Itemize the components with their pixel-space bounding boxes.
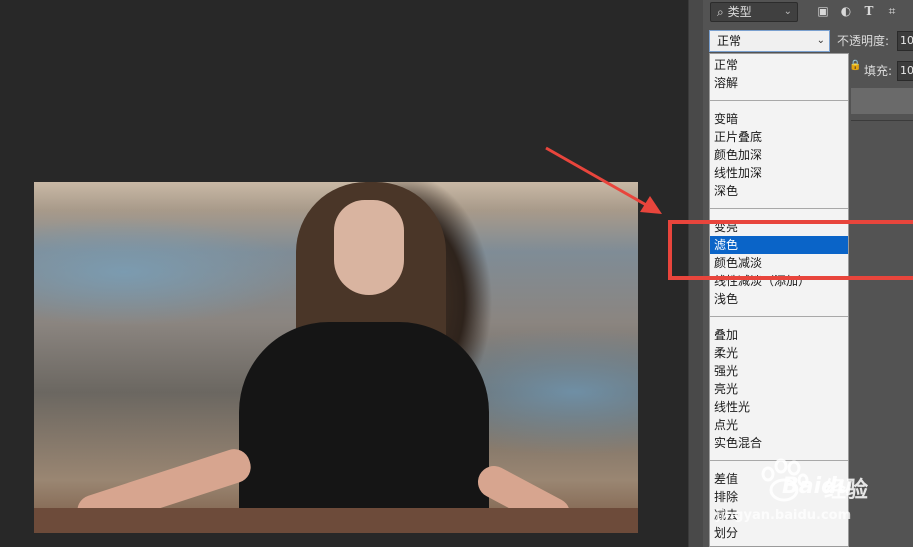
- blend-mode-option[interactable]: 划分: [710, 524, 848, 542]
- blend-mode-option[interactable]: 叠加: [710, 326, 848, 344]
- layer-filter-kind: 类型: [727, 5, 752, 19]
- blend-mode-option[interactable]: 柔光: [710, 344, 848, 362]
- opacity-input[interactable]: 100%: [897, 31, 913, 51]
- blend-mode-option[interactable]: 颜色加深: [710, 146, 848, 164]
- photo-railing: [34, 508, 638, 533]
- menu-separator: [710, 208, 848, 209]
- opacity-label: 不透明度:: [837, 34, 890, 48]
- blend-mode-option[interactable]: 线性光: [710, 398, 848, 416]
- adjustment-filter-icon[interactable]: ◐: [839, 4, 853, 18]
- blend-mode-option[interactable]: 排除: [710, 488, 848, 506]
- blend-mode-option[interactable]: 浅色: [710, 290, 848, 308]
- fill-input[interactable]: 100%: [897, 61, 913, 81]
- menu-separator: [710, 316, 848, 317]
- blend-mode-option[interactable]: 正常: [710, 56, 848, 74]
- blend-mode-option[interactable]: 正片叠底: [710, 128, 848, 146]
- blend-mode-option[interactable]: 亮光: [710, 380, 848, 398]
- blend-mode-option[interactable]: 深色: [710, 182, 848, 200]
- menu-separator: [710, 100, 848, 101]
- blend-mode-option[interactable]: 强光: [710, 362, 848, 380]
- chevron-down-icon: ⌄: [816, 35, 825, 46]
- blend-mode-option[interactable]: 线性加深: [710, 164, 848, 182]
- annotation-highlight-box: [668, 220, 913, 280]
- blend-mode-dropdown: 正常 溶解 变暗 正片叠底 颜色加深 线性加深 深色 变亮 滤色 颜色减淡 线性减淡（添加） 浅色 叠加…: [709, 53, 849, 547]
- blend-mode-current: 正常: [717, 34, 742, 48]
- shape-filter-icon[interactable]: ⌗: [885, 4, 899, 18]
- menu-separator: [710, 460, 848, 461]
- layer-filter-select[interactable]: ⌕ 类型 ⌄: [710, 2, 798, 22]
- panel-divider: [851, 120, 913, 121]
- blend-mode-option[interactable]: 点光: [710, 416, 848, 434]
- search-icon: ⌕: [717, 5, 724, 19]
- photo-face: [334, 200, 404, 295]
- image-filter-icon[interactable]: ▣: [816, 4, 830, 18]
- lock-icon[interactable]: 🔒: [849, 60, 861, 72]
- text-filter-icon[interactable]: T: [862, 4, 876, 18]
- blend-mode-option[interactable]: 变暗: [710, 110, 848, 128]
- layer-row[interactable]: [851, 88, 913, 114]
- blend-mode-option[interactable]: 减去: [710, 506, 848, 524]
- photo-body: [239, 322, 489, 533]
- blend-mode-option[interactable]: 溶解: [710, 74, 848, 92]
- blend-mode-select[interactable]: 正常 ⌄: [709, 30, 830, 52]
- fill-label: 填充:: [864, 64, 893, 78]
- photo-image[interactable]: [34, 182, 638, 533]
- document-canvas[interactable]: [0, 0, 688, 547]
- chevron-down-icon: ⌄: [783, 6, 792, 17]
- blend-mode-option[interactable]: 实色混合: [710, 434, 848, 452]
- blend-mode-option[interactable]: 差值: [710, 470, 848, 488]
